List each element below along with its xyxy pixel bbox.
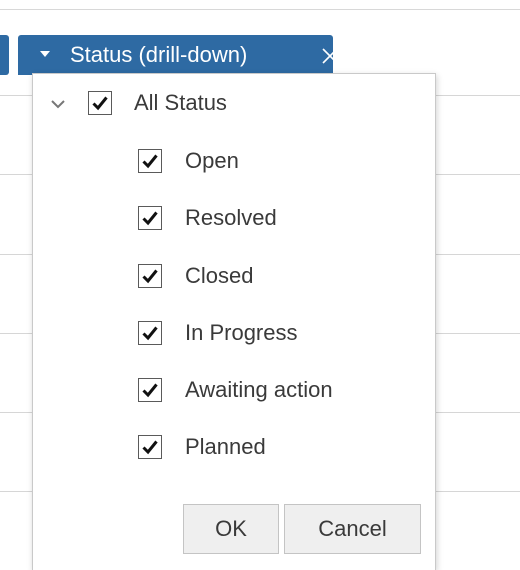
status-closed-checkbox[interactable] [138,264,162,288]
all-status-label: All Status [134,90,227,115]
checkmark-icon [142,211,158,226]
chevron-down-icon[interactable] [48,94,68,114]
checkmark-icon [142,326,158,341]
previous-filter-chip[interactable] [0,35,9,75]
status-filter-chip[interactable]: Status (drill-down) [18,35,338,75]
status-planned-label: Planned [185,434,266,459]
checkmark-icon [92,96,108,111]
close-icon[interactable] [314,38,346,72]
status-resolved-checkbox[interactable] [138,206,162,230]
ok-button[interactable]: OK [183,504,279,554]
caret-down-icon [40,51,50,57]
status-closed-label: Closed [185,263,254,288]
status-in-progress-label: In Progress [185,320,298,345]
status-awaiting-action-checkbox[interactable] [138,378,162,402]
checkmark-icon [142,269,158,284]
page-top-divider [0,9,520,10]
status-resolved-label: Resolved [185,205,277,230]
status-awaiting-action-label: Awaiting action [185,377,333,402]
status-open-checkbox[interactable] [138,149,162,173]
status-planned-checkbox[interactable] [138,435,162,459]
checkmark-icon [142,154,158,169]
filter-chip-label: Status (drill-down) [70,42,248,67]
checkmark-icon [142,440,158,455]
checkmark-icon [142,383,158,398]
cancel-button[interactable]: Cancel [284,504,421,554]
all-status-checkbox[interactable] [88,91,112,115]
status-open-label: Open [185,148,239,173]
status-in-progress-checkbox[interactable] [138,321,162,345]
